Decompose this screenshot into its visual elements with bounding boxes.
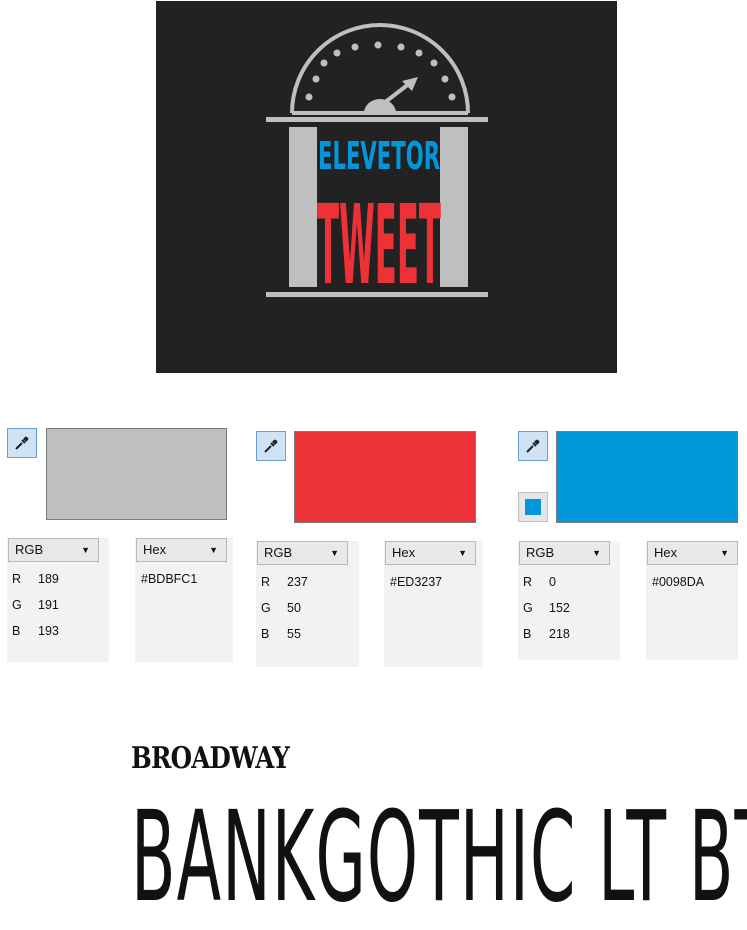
logo-panel: ELEVETOR TWEET (156, 1, 617, 373)
channel-label: G (261, 601, 271, 615)
channel-b: B 55 (261, 627, 301, 641)
dropdown-label: Hex (654, 545, 678, 560)
logo-word-bottom: TWEET (317, 181, 441, 309)
dropdown-label: RGB (264, 545, 293, 560)
channel-g: G 191 (12, 598, 59, 612)
color-format-dropdown[interactable]: Hex ▼ (136, 538, 227, 562)
hex-panel: Hex ▼ #BDBFC1 (135, 538, 233, 662)
chevron-down-icon: ▼ (720, 548, 729, 558)
hex-value[interactable]: #BDBFC1 (141, 572, 197, 586)
channel-g: G 50 (261, 601, 301, 615)
gauge-hub (364, 99, 396, 113)
hex-value[interactable]: #0098DA (652, 575, 704, 589)
rgb-panel: RGB ▼ R0 G 152 B 218 (518, 541, 620, 660)
chevron-down-icon: ▼ (330, 548, 339, 558)
channel-value[interactable]: 152 (549, 601, 570, 615)
chevron-down-icon: ▼ (458, 548, 467, 558)
hex-value[interactable]: #ED3237 (390, 575, 442, 589)
eyedropper-icon (526, 439, 540, 453)
channel-label: B (523, 627, 532, 641)
color-swatch (46, 428, 227, 520)
channel-value[interactable]: 237 (287, 575, 308, 589)
channel-label: B (12, 624, 21, 638)
chevron-down-icon: ▼ (209, 545, 218, 555)
gauge-needle (382, 81, 412, 105)
color-picker-gray: RGB ▼ R 189 G 191 B 193 Hex ▼ #BDBFC1 (7, 420, 247, 670)
hex-panel: Hex ▼ #0098DA (646, 541, 738, 660)
channel-value[interactable]: 50 (287, 601, 301, 615)
color-picker-red: RGB ▼ R 237 G 50 B 55 Hex ▼ #ED3237 (256, 420, 496, 670)
eyedropper-button[interactable] (256, 431, 286, 461)
channel-label: B (261, 627, 270, 641)
channel-value[interactable]: 189 (38, 572, 59, 586)
color-mode-dropdown[interactable]: RGB ▼ (8, 538, 99, 562)
channel-label: G (523, 601, 533, 615)
color-picker-blue: RGB ▼ R0 G 152 B 218 Hex ▼ #0098DA (518, 420, 743, 670)
chevron-down-icon: ▼ (81, 545, 90, 555)
channel-value[interactable]: 191 (38, 598, 59, 612)
gauge-dots (305, 41, 456, 101)
channel-b: B 218 (523, 627, 570, 641)
logo-word-top: ELEVETOR (318, 134, 440, 178)
dropdown-label: Hex (392, 545, 416, 560)
channel-label: R (523, 575, 533, 589)
rgb-panel: RGB ▼ R 189 G 191 B 193 (7, 538, 109, 662)
channel-value[interactable]: 55 (287, 627, 301, 641)
color-format-dropdown[interactable]: Hex ▼ (647, 541, 738, 565)
left-pillar (289, 127, 317, 287)
color-format-dropdown[interactable]: Hex ▼ (385, 541, 476, 565)
eyedropper-icon (15, 436, 29, 450)
right-pillar (440, 127, 468, 287)
current-color-swatch[interactable] (518, 492, 548, 522)
channel-value[interactable]: 218 (549, 627, 570, 641)
eyedropper-button[interactable] (7, 428, 37, 458)
color-mode-dropdown[interactable]: RGB ▼ (519, 541, 610, 565)
logo-artwork: ELEVETOR TWEET (266, 23, 488, 309)
color-swatch (294, 431, 476, 523)
channel-b: B 193 (12, 624, 59, 638)
channel-value[interactable]: 193 (38, 624, 59, 638)
font-sample-broadway: BROADWAY (131, 741, 290, 776)
rgb-panel: RGB ▼ R 237 G 50 B 55 (256, 541, 359, 667)
dropdown-label: RGB (526, 545, 555, 560)
dropdown-label: Hex (143, 542, 167, 557)
channel-g: G 152 (523, 601, 570, 615)
channel-r: R0 (523, 575, 556, 589)
font-sample-bankgothic: BANKGOTHIC LT BT (131, 785, 747, 930)
hex-panel: Hex ▼ #ED3237 (384, 541, 483, 667)
channel-r: R 189 (12, 572, 59, 586)
channel-label: R (12, 572, 22, 586)
channel-value[interactable]: 0 (549, 575, 556, 589)
current-color-chip (525, 499, 541, 515)
eyedropper-icon (264, 439, 278, 453)
channel-label: R (261, 575, 271, 589)
color-mode-dropdown[interactable]: RGB ▼ (257, 541, 348, 565)
channel-r: R 237 (261, 575, 308, 589)
chevron-down-icon: ▼ (592, 548, 601, 558)
dropdown-label: RGB (15, 542, 44, 557)
channel-label: G (12, 598, 22, 612)
top-beam (266, 117, 488, 122)
eyedropper-button[interactable] (518, 431, 548, 461)
color-swatch (556, 431, 738, 523)
